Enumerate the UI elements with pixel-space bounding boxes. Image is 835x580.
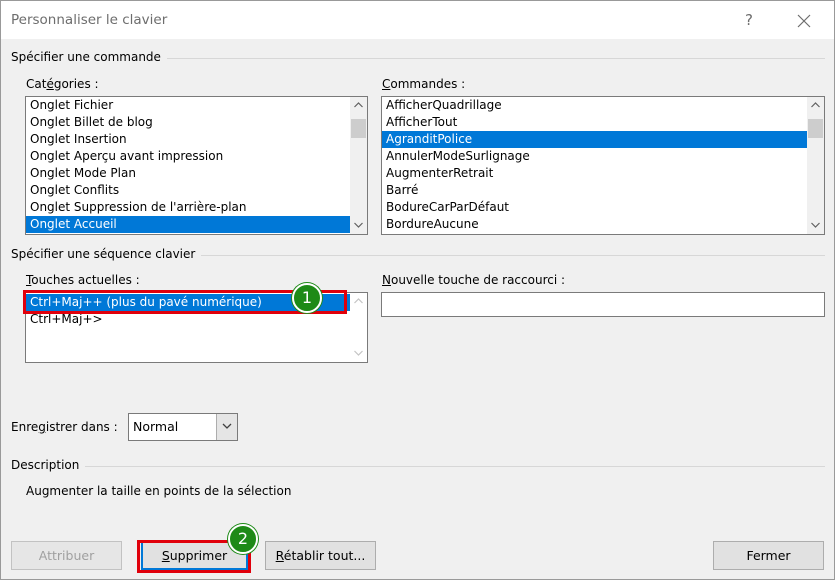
current-keys-scrollbar (350, 293, 367, 362)
list-item[interactable]: BodureCarParDéfaut (382, 199, 807, 216)
list-item[interactable]: AfficherQuadrillage (382, 97, 807, 114)
scroll-down-button (350, 345, 367, 362)
chevron-up-icon (811, 102, 820, 108)
scroll-up-button (350, 293, 367, 310)
close-window-button[interactable] (790, 8, 818, 32)
save-in-label: Enregistrer dans : (11, 420, 118, 434)
customize-keyboard-dialog: Personnaliser le clavier ? Spécifier une… (0, 0, 835, 580)
reset-all-button[interactable]: Rétablir tout... (265, 541, 376, 570)
group-divider (191, 255, 825, 256)
commands-list: AfficherQuadrillage AfficherTout AgranditP… (382, 97, 807, 233)
step-badge-2: 2 (228, 524, 258, 554)
list-item[interactable]: Onglet Mode Plan (26, 165, 350, 182)
scroll-thumb[interactable] (808, 119, 823, 138)
chevron-down-icon (354, 350, 363, 356)
list-item[interactable]: Onglet Accueil (26, 216, 350, 233)
chevron-down-icon (811, 222, 820, 228)
description-title: Description (11, 458, 86, 472)
group-divider (83, 466, 825, 467)
list-item[interactable]: Onglet Fichier (26, 97, 350, 114)
new-shortcut-input[interactable] (381, 292, 825, 317)
list-item[interactable]: Barré (382, 182, 807, 199)
assign-button[interactable]: Attribuer (11, 541, 122, 570)
categories-label: Catégories : (26, 77, 99, 91)
step-badge-1: 1 (292, 283, 322, 313)
description-text: Augmenter la taille en points de la séle… (26, 484, 292, 498)
commands-scrollbar[interactable] (807, 97, 824, 234)
dropdown-button[interactable] (216, 414, 237, 440)
scroll-up-button[interactable] (807, 97, 824, 114)
chevron-down-icon (222, 423, 232, 429)
command-group-title: Spécifier une commande (11, 50, 167, 64)
keyboard-group-title: Spécifier une séquence clavier (11, 247, 202, 261)
help-button[interactable]: ? (737, 8, 761, 32)
list-item[interactable]: BordureAucune (382, 216, 807, 233)
scroll-up-button[interactable] (350, 97, 367, 114)
categories-scrollbar[interactable] (350, 97, 367, 234)
list-item[interactable]: Onglet Insertion (26, 131, 350, 148)
commands-listbox[interactable]: AfficherQuadrillage AfficherTout AgranditP… (381, 96, 825, 235)
scroll-down-button[interactable] (350, 217, 367, 234)
scroll-thumb[interactable] (351, 119, 366, 138)
list-item[interactable]: AgranditPolice (382, 131, 807, 148)
commands-label: Commandes : (382, 77, 466, 91)
title-bar: Personnaliser le clavier ? (1, 1, 834, 39)
categories-listbox[interactable]: Onglet Fichier Onglet Billet de blog Ongle… (25, 96, 368, 235)
chevron-up-icon (354, 102, 363, 108)
close-icon (797, 14, 811, 27)
chevron-down-icon (354, 222, 363, 228)
categories-list: Onglet Fichier Onglet Billet de blog Ongle… (26, 97, 350, 233)
save-in-dropdown[interactable]: Normal (128, 413, 238, 441)
list-item[interactable]: AnnulerModeSurlignage (382, 148, 807, 165)
list-item[interactable]: AugmenterRetrait (382, 165, 807, 182)
list-item[interactable]: AfficherTout (382, 114, 807, 131)
new-key-label: Nouvelle touche de raccourci : (382, 273, 566, 287)
list-item[interactable]: Onglet Suppression de l'arrière-plan (26, 199, 350, 216)
list-item[interactable]: Onglet Billet de blog (26, 114, 350, 131)
scroll-down-button[interactable] (807, 217, 824, 234)
list-item[interactable]: Onglet Conflits (26, 182, 350, 199)
list-item[interactable]: Onglet Aperçu avant impression (26, 148, 350, 165)
save-in-value: Normal (133, 419, 179, 434)
close-button[interactable]: Fermer (713, 541, 824, 570)
current-keys-label: Touches actuelles : (26, 273, 140, 287)
group-divider (161, 58, 825, 59)
dialog-title: Personnaliser le clavier (11, 12, 168, 28)
chevron-up-icon (354, 298, 363, 304)
